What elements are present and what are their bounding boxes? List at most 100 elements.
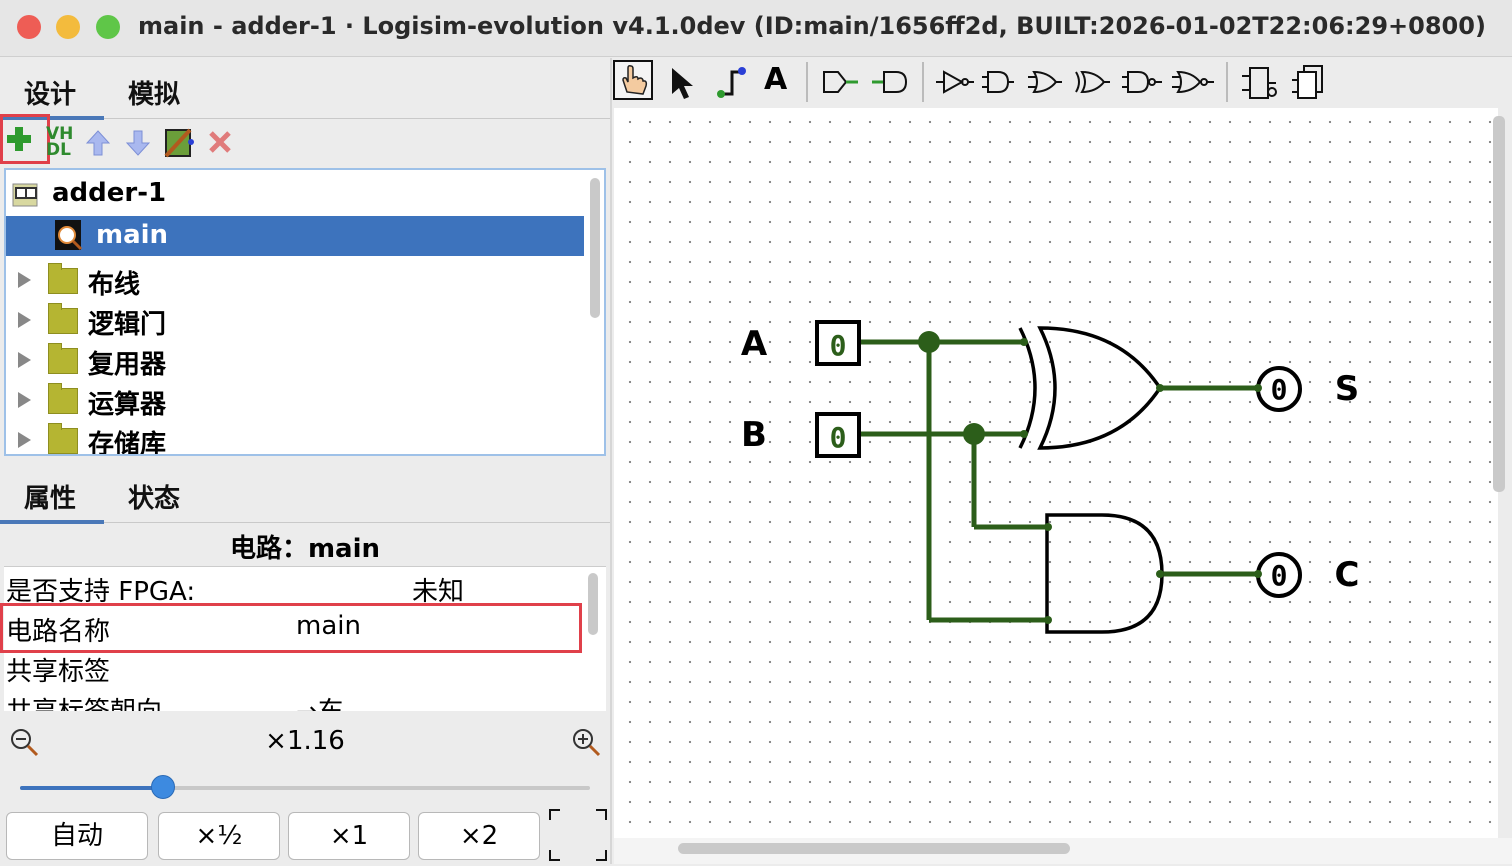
minimize-window-button[interactable] <box>56 15 80 39</box>
tree-item-main-label: main <box>96 220 169 250</box>
input-pin-icon[interactable] <box>822 68 862 100</box>
property-row[interactable]: 共享标签朝向 →东 <box>4 687 584 711</box>
and-gate-icon[interactable] <box>982 68 1022 100</box>
expand-arrow-icon[interactable] <box>18 432 31 448</box>
and-gate[interactable] <box>1045 513 1164 634</box>
tree-library-gates[interactable]: 逻辑门 <box>6 300 586 340</box>
xor-gate[interactable] <box>1018 326 1163 450</box>
tree-scrollbar[interactable] <box>590 178 600 318</box>
toolbar-separator <box>922 62 924 102</box>
not-gate-icon[interactable] <box>936 68 976 100</box>
text-tool-icon[interactable]: A <box>764 62 787 97</box>
or-gate-icon[interactable] <box>1028 68 1068 100</box>
folder-icon <box>48 423 78 454</box>
tree-library-plexers[interactable]: 复用器 <box>6 340 586 380</box>
property-label: 共享标签朝向 <box>6 691 162 711</box>
circuit-canvas[interactable]: 0 0 0 0 A B S C <box>614 108 1498 838</box>
tab-simulate[interactable]: 模拟 <box>128 74 180 111</box>
tab-properties[interactable]: 属性 <box>24 478 76 515</box>
wiring-tool-icon[interactable] <box>714 64 748 104</box>
property-row[interactable]: 是否支持 FPGA: 未知 <box>4 567 584 607</box>
delete-icon[interactable] <box>208 130 232 158</box>
toolbar-separator <box>1226 62 1228 102</box>
nor-gate-icon[interactable] <box>1172 68 1216 100</box>
zoom-level: ×1.16 <box>265 726 345 756</box>
tree-project-label: adder-1 <box>52 178 167 208</box>
zoom-slider-fill <box>20 786 163 790</box>
property-row[interactable]: 共享标签 <box>4 647 584 687</box>
move-down-icon[interactable] <box>125 130 151 160</box>
edit-layout-icon[interactable] <box>164 128 194 162</box>
library-label: 存储库 <box>88 430 167 456</box>
pin-s-value: 0 <box>1271 373 1288 406</box>
project-tree[interactable]: adder-1 main 布线 逻辑门 复用器 运算器 存储库 <box>4 168 606 456</box>
folder-icon <box>48 343 78 374</box>
wire-junction <box>918 331 940 353</box>
xor-gate-icon[interactable] <box>1074 68 1114 100</box>
properties-heading: 电路：main <box>229 534 381 564</box>
add-circuit-icon[interactable] <box>1240 64 1280 106</box>
folder-icon <box>48 383 78 414</box>
property-label: 共享标签 <box>6 657 111 687</box>
pin-b-value: 0 <box>830 421 847 454</box>
tree-library-memory[interactable]: 存储库 <box>6 420 586 456</box>
zoom-1x-button[interactable]: ×1 <box>288 812 410 860</box>
expand-arrow-icon[interactable] <box>18 312 31 328</box>
add-circuit-icon[interactable] <box>6 126 32 152</box>
pin-a-value: 0 <box>830 329 847 362</box>
tree-library-arithmetic[interactable]: 运算器 <box>6 380 586 420</box>
label-c: C <box>1335 555 1360 595</box>
vhdl-icon[interactable]: VH DL <box>46 126 76 160</box>
tree-project-row[interactable]: adder-1 <box>6 174 586 214</box>
project-icon <box>12 180 40 217</box>
canvas-vertical-scrollbar[interactable] <box>1493 116 1505 492</box>
nand-gate-icon[interactable] <box>1122 68 1166 100</box>
expand-arrow-icon[interactable] <box>18 272 31 288</box>
tab-design[interactable]: 设计 <box>24 74 76 111</box>
label-a: A <box>741 324 768 364</box>
circuit-drawing: 0 0 0 0 A B S C <box>741 320 1360 634</box>
tab-state[interactable]: 状态 <box>128 478 180 515</box>
label-s: S <box>1335 369 1360 409</box>
panel-splitter[interactable] <box>610 58 612 864</box>
pin-c-value: 0 <box>1271 559 1288 592</box>
circuit-name-highlight <box>0 603 582 653</box>
library-label: 布线 <box>88 270 141 300</box>
active-tab-indicator <box>0 520 104 524</box>
tab-divider <box>104 118 610 119</box>
label-b: B <box>741 415 767 455</box>
close-window-button[interactable] <box>17 15 41 39</box>
add-vhdl-icon[interactable] <box>1290 64 1330 106</box>
zoom-auto-button[interactable]: 自动 <box>6 812 148 860</box>
library-label: 逻辑门 <box>88 310 167 340</box>
output-pin-icon[interactable] <box>870 68 910 100</box>
zoom-slider-thumb[interactable] <box>150 775 175 799</box>
zoom-window-button[interactable] <box>96 15 120 39</box>
fit-screen-icon[interactable] <box>548 808 608 866</box>
wire-junction <box>963 423 985 445</box>
folder-icon <box>48 303 78 334</box>
move-up-icon[interactable] <box>85 130 111 160</box>
poke-tool-icon[interactable] <box>613 60 653 100</box>
tree-item-main[interactable]: main <box>6 216 584 256</box>
zoom-half-button[interactable]: ×½ <box>158 812 280 860</box>
expand-arrow-icon[interactable] <box>18 352 31 368</box>
property-value[interactable]: →东 <box>296 691 344 711</box>
vhdl-icon-bottom-text: DL <box>46 140 71 160</box>
tab-divider <box>104 522 610 523</box>
properties-scrollbar[interactable] <box>588 573 598 635</box>
zoom-in-icon[interactable] <box>572 728 602 762</box>
zoom-slider[interactable] <box>20 775 590 799</box>
toolbar-separator <box>806 62 808 102</box>
canvas-toolbar: A <box>612 58 1512 106</box>
expand-arrow-icon[interactable] <box>18 392 31 408</box>
canvas-horizontal-scrollbar[interactable] <box>678 843 1070 854</box>
zoom-2x-button[interactable]: ×2 <box>418 812 540 860</box>
select-tool-icon[interactable] <box>668 66 698 104</box>
library-label: 复用器 <box>88 350 167 380</box>
title-bar: main - adder-1 · Logisim-evolution v4.1.… <box>0 0 1512 57</box>
tree-library-wiring[interactable]: 布线 <box>6 260 586 300</box>
circuit-icon <box>52 218 84 254</box>
wires <box>858 339 1258 623</box>
library-label: 运算器 <box>88 390 167 420</box>
